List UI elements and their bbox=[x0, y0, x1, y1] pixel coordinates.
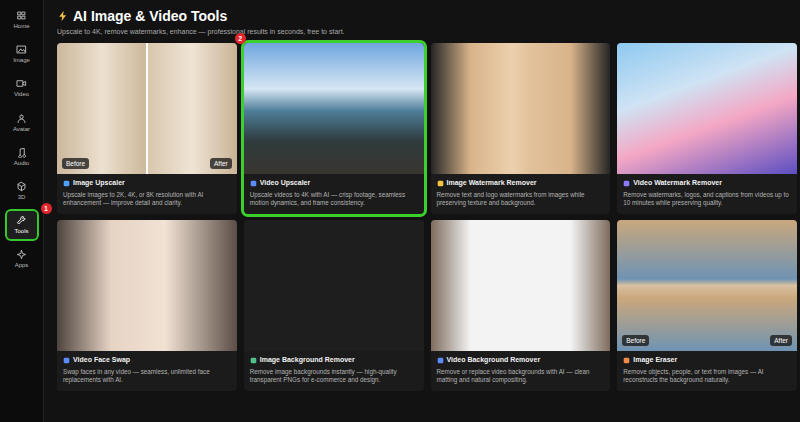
card-title-row: Video Watermark Remover bbox=[623, 179, 791, 187]
sidebar-label: Audio bbox=[14, 160, 29, 167]
tool-icon bbox=[63, 180, 70, 187]
nav-5-icon bbox=[16, 181, 27, 192]
tool-icon bbox=[250, 180, 257, 187]
card-caption: Video Upscaler Upscale videos to 4K with … bbox=[244, 174, 424, 214]
card-caption: Image Eraser Remove objects, people, or t… bbox=[617, 351, 797, 391]
tool-icon bbox=[623, 357, 630, 364]
card-title: Image Background Remover bbox=[260, 356, 355, 364]
card-title-row: Video Face Swap bbox=[63, 356, 231, 364]
card-title: Image Upscaler bbox=[73, 179, 125, 187]
card-title: Video Face Swap bbox=[73, 356, 130, 364]
card-caption: Video Background Remover Remove or replac… bbox=[431, 351, 611, 391]
card-description: Remove watermarks, logos, and captions f… bbox=[623, 191, 791, 207]
nav-1-icon bbox=[16, 44, 27, 55]
step-badge: 2 bbox=[235, 33, 246, 44]
preview-label: Before bbox=[622, 335, 649, 346]
main: AI Image & Video Tools Upscale to 4K, rem… bbox=[44, 0, 800, 422]
card-title-row: Video Upscaler bbox=[250, 179, 418, 187]
nav-3-icon bbox=[16, 113, 27, 124]
tool-card[interactable]: Before After Image Eraser Remove objects, p… bbox=[617, 220, 797, 391]
sidebar-label: 3D bbox=[18, 194, 26, 201]
sidebar-item[interactable]: 3D bbox=[7, 177, 37, 205]
app: HomeImageVideoAvatarAudio3DTools1AppsAI … bbox=[0, 0, 800, 422]
card-description: Swap faces in any video — seamless, unli… bbox=[63, 368, 231, 384]
card-description: Remove text and logo watermarks from ima… bbox=[437, 191, 605, 207]
nav-4-icon bbox=[16, 147, 27, 158]
sidebar-item[interactable]: Apps bbox=[7, 245, 37, 273]
sidebar-item[interactable]: Avatar bbox=[7, 109, 37, 137]
tool-card[interactable]: Video Upscaler Upscale videos to 4K with … bbox=[244, 43, 424, 214]
tool-icon bbox=[250, 357, 257, 364]
card-caption: Video Face Swap Swap faces in any video —… bbox=[57, 351, 237, 391]
card-title-row: Image Background Remover bbox=[250, 356, 418, 364]
tool-icon bbox=[437, 357, 444, 364]
tool-grid: Before After Image Upscaler Upscale images … bbox=[57, 43, 797, 391]
page-title: AI Image & Video Tools bbox=[73, 8, 227, 25]
card-title-row: Image Upscaler bbox=[63, 179, 231, 187]
tool-preview bbox=[57, 220, 237, 351]
preview-label: After bbox=[770, 335, 792, 346]
tool-icon bbox=[63, 357, 70, 364]
preview-label: After bbox=[210, 158, 232, 169]
tool-card[interactable]: Image Background Remover Remove image bac… bbox=[244, 220, 424, 391]
sidebar-label: Video bbox=[14, 91, 29, 98]
nav-0-icon bbox=[16, 10, 27, 21]
card-title: Image Watermark Remover bbox=[447, 179, 537, 187]
card-title-row: Video Background Remover bbox=[437, 356, 605, 364]
tool-preview bbox=[431, 43, 611, 174]
tool-preview bbox=[431, 220, 611, 351]
card-description: Upscale videos to 4K with AI — crisp foo… bbox=[250, 191, 418, 207]
sidebar: Home Image Video Avatar Audio 3D Tools1 Apps bbox=[0, 0, 44, 422]
card-description: Upscale images to 2K, 4K, or 8K resoluti… bbox=[63, 191, 231, 207]
tool-card[interactable]: Video Background Remover Remove or replac… bbox=[431, 220, 611, 391]
preview-label: Before bbox=[62, 158, 89, 169]
card-title: Image Eraser bbox=[633, 356, 677, 364]
tool-preview: Before After bbox=[57, 43, 237, 174]
sidebar-item[interactable]: Audio bbox=[7, 143, 37, 171]
sidebar-item[interactable]: Tools1 bbox=[7, 211, 37, 239]
tool-preview bbox=[617, 43, 797, 174]
tool-card[interactable]: Image Watermark Remover Remove text and l… bbox=[431, 43, 611, 214]
card-caption: Video Watermark Remover Remove watermarks… bbox=[617, 174, 797, 214]
card-title: Video Watermark Remover bbox=[633, 179, 722, 187]
sidebar-label: Home bbox=[13, 23, 29, 30]
tool-icon bbox=[623, 180, 630, 187]
title-row: AI Image & Video Tools bbox=[57, 8, 797, 25]
step-badge: 1 bbox=[41, 203, 52, 214]
sidebar-label: Image bbox=[13, 57, 30, 64]
card-title: Video Background Remover bbox=[447, 356, 541, 364]
card-caption: Image Upscaler Upscale images to 2K, 4K, … bbox=[57, 174, 237, 214]
card-title-row: Image Eraser bbox=[623, 356, 791, 364]
page-subtitle: Upscale to 4K, remove watermarks, enhanc… bbox=[57, 28, 797, 36]
nav-7-icon bbox=[16, 249, 27, 260]
card-description: Remove or replace video backgrounds with… bbox=[437, 368, 605, 384]
nav-6-icon bbox=[16, 215, 27, 226]
tool-card[interactable]: Video Face Swap Swap faces in any video —… bbox=[57, 220, 237, 391]
card-title: Video Upscaler bbox=[260, 179, 310, 187]
card-caption: Image Background Remover Remove image bac… bbox=[244, 351, 424, 391]
lightning-icon bbox=[57, 10, 69, 22]
sidebar-label: Tools bbox=[14, 228, 28, 235]
tool-preview: Before After bbox=[617, 220, 797, 351]
card-caption: Image Watermark Remover Remove text and l… bbox=[431, 174, 611, 214]
sidebar-item[interactable]: Image bbox=[7, 40, 37, 68]
tool-preview bbox=[244, 43, 424, 174]
tool-icon bbox=[437, 180, 444, 187]
sidebar-item[interactable]: Video bbox=[7, 74, 37, 102]
tool-card[interactable]: Before After Image Upscaler Upscale images … bbox=[57, 43, 237, 214]
card-title-row: Image Watermark Remover bbox=[437, 179, 605, 187]
sidebar-label: Avatar bbox=[13, 126, 30, 133]
page-header: AI Image & Video Tools Upscale to 4K, rem… bbox=[57, 8, 797, 36]
card-description: Remove objects, people, or text from ima… bbox=[623, 368, 791, 384]
tool-card[interactable]: Video Watermark Remover Remove watermarks… bbox=[617, 43, 797, 214]
card-description: Remove image backgrounds instantly — hig… bbox=[250, 368, 418, 384]
sidebar-label: Apps bbox=[15, 262, 29, 269]
sidebar-item[interactable]: Home bbox=[7, 6, 37, 34]
nav-2-icon bbox=[16, 78, 27, 89]
tool-preview bbox=[244, 220, 424, 351]
